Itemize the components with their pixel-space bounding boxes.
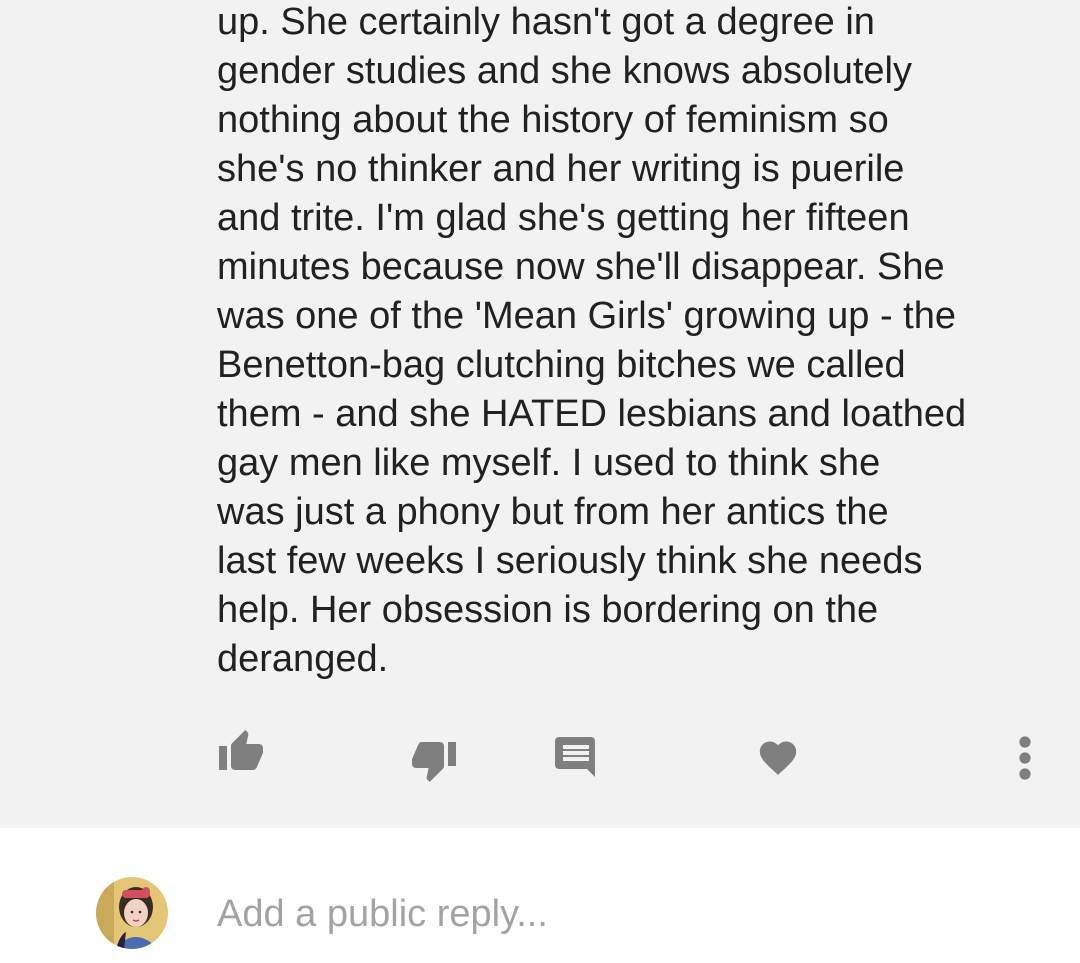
comment-line: gender studies and she knows absolutely xyxy=(217,50,913,92)
comment-line: Benetton-bag clutching bitches we called xyxy=(217,344,906,386)
more-vertical-icon xyxy=(1019,736,1031,780)
heart-button[interactable] xyxy=(756,736,800,776)
comment-line: was one of the 'Mean Girls' growing up -… xyxy=(217,295,956,337)
comment-card: up. She certainly hasn't got a degree in… xyxy=(0,0,1080,828)
reply-input[interactable] xyxy=(217,886,1037,942)
comment-line: she's no thinker and her writing is puer… xyxy=(217,148,905,190)
heart-icon xyxy=(759,741,797,775)
comment-line: deranged. xyxy=(217,638,389,680)
more-options-button[interactable] xyxy=(1012,733,1038,781)
like-button[interactable] xyxy=(217,728,265,772)
comment-icon xyxy=(555,737,595,777)
comment-line: nothing about the history of feminism so xyxy=(217,99,889,141)
comment-line: minutes because now she'll disappear. Sh… xyxy=(217,246,945,288)
avatar xyxy=(96,877,168,949)
comment-line: them - and she HATED lesbians and loathe… xyxy=(217,393,967,435)
reply-button[interactable] xyxy=(555,737,599,781)
thumbs-up-icon xyxy=(219,730,263,770)
comment-text: up. She certainly hasn't got a degree in… xyxy=(217,0,1047,684)
comment-line: up. She certainly hasn't got a degree in xyxy=(217,1,875,43)
comment-line: help. Her obsession is bordering on the xyxy=(217,589,879,631)
comment-line: gay men like myself. I used to think she xyxy=(217,442,881,484)
thumbs-down-icon xyxy=(412,742,456,782)
comment-line: and trite. I'm glad she's getting her fi… xyxy=(217,197,910,239)
comment-line: was just a phony but from her antics the xyxy=(217,491,889,533)
comment-line: last few weeks I seriously think she nee… xyxy=(217,540,923,582)
dislike-button[interactable] xyxy=(410,740,458,784)
